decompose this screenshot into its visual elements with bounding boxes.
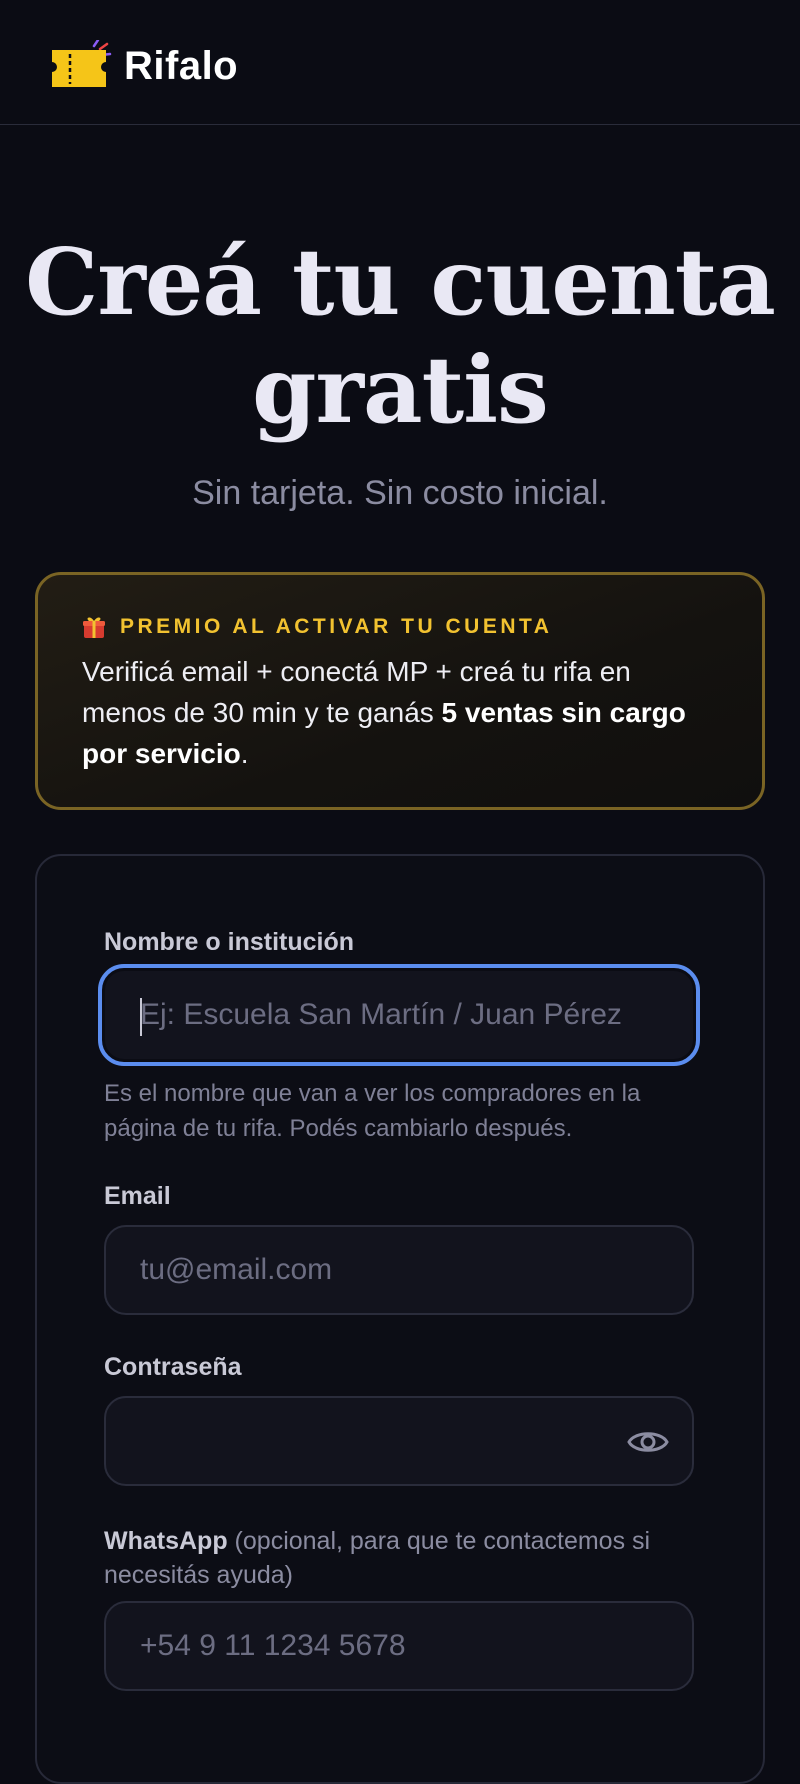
email-field[interactable] <box>104 1225 694 1315</box>
whatsapp-label-main: WhatsApp <box>104 1527 228 1555</box>
name-field-helper: Es el nombre que van a ver los comprador… <box>104 1080 641 1142</box>
promo-text-after: . <box>240 738 249 769</box>
whatsapp-field[interactable] <box>104 1601 694 1691</box>
password-field-label: Contraseña <box>104 1353 242 1381</box>
name-input[interactable] <box>140 968 640 1062</box>
gift-icon <box>82 615 106 639</box>
email-field-label: Email <box>104 1182 171 1210</box>
activation-reward-banner: PREMIO AL ACTIVAR TU CUENTA Verificá ema… <box>35 572 765 810</box>
app-header: Rifalo <box>0 0 800 125</box>
ticket-icon <box>50 38 112 92</box>
password-field[interactable] <box>104 1396 694 1486</box>
password-input[interactable] <box>140 1398 640 1484</box>
page-title-line-2: gratis <box>252 336 549 444</box>
brand-logo[interactable]: Rifalo <box>50 36 238 96</box>
whatsapp-input[interactable] <box>140 1603 640 1689</box>
name-field-label: Nombre o institución <box>104 928 354 956</box>
promo-description: Verificá email + conectá MP + creá tu ri… <box>82 651 720 774</box>
name-field[interactable] <box>98 964 700 1066</box>
promo-tag: PREMIO AL ACTIVAR TU CUENTA <box>82 615 720 639</box>
brand-name: Rifalo <box>124 43 239 88</box>
eye-icon[interactable] <box>626 1420 670 1464</box>
page-title: Creá tu cuenta gratis <box>0 228 800 444</box>
promo-tag-text: PREMIO AL ACTIVAR TU CUENTA <box>120 615 553 638</box>
page-title-line-1: Creá tu cuenta <box>25 228 776 336</box>
whatsapp-field-label: WhatsApp (opcional, para que te contacte… <box>104 1524 704 1592</box>
email-input[interactable] <box>140 1227 640 1313</box>
page-subtitle: Sin tarjeta. Sin costo inicial. <box>192 474 608 512</box>
